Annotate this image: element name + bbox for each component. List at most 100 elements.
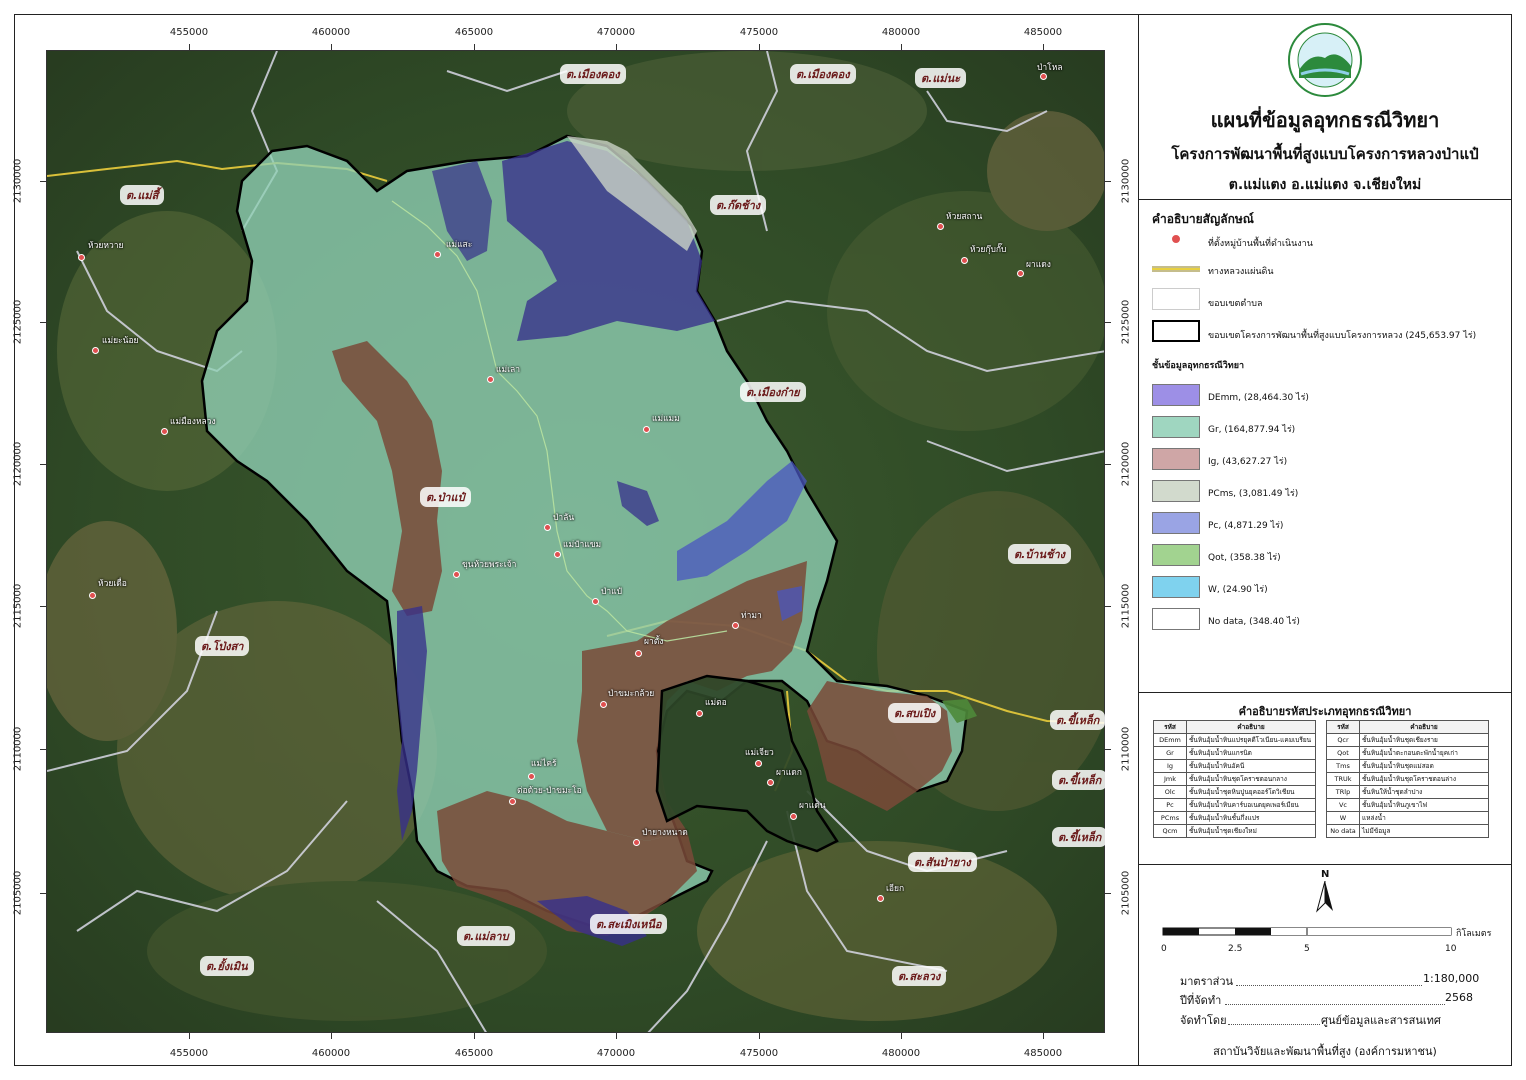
scale-tick-label: 2.5: [1228, 944, 1243, 954]
subdistrict-label: ต.แม่ลาบ: [457, 926, 515, 946]
tick-mark: [189, 1033, 190, 1039]
code-cell: TRUk: [1326, 772, 1360, 786]
tick-mark: [1043, 1033, 1044, 1039]
desc-cell: ไม่มีข้อมูล: [1359, 824, 1489, 838]
village-marker-icon[interactable]: [161, 428, 168, 435]
village-label: ผาแดก: [776, 768, 802, 778]
village-marker-icon[interactable]: [755, 760, 762, 767]
hydro-swatch: [1152, 480, 1200, 502]
village-label: แม่ตอ: [705, 698, 727, 708]
x-coordinate-label: 475000: [739, 1048, 779, 1059]
village-label: ท่ามา: [741, 611, 762, 621]
village-marker-icon[interactable]: [1040, 73, 1047, 80]
subdistrict-boundary-swatch: [1152, 288, 1200, 310]
village-marker-icon[interactable]: [790, 813, 797, 820]
code-row: Qcr ชั้นหินอุ้มน้ำหินชุดเชียงราย: [1326, 733, 1489, 747]
info-label: จัดทำโดย: [1180, 1014, 1227, 1027]
code-cell: No data: [1326, 824, 1360, 838]
code-cell: Olc: [1153, 785, 1187, 799]
divider: [1138, 864, 1512, 865]
code-cell: Qcm: [1153, 824, 1187, 838]
code-cell: Gr: [1153, 746, 1187, 760]
village-marker-icon[interactable]: [696, 710, 703, 717]
desc-col-header: คำอธิบาย: [1186, 720, 1316, 734]
subdistrict-label: ต.ขี้เหล็ก: [1052, 827, 1108, 847]
hydro-legend-label: Qot, (358.38 ไร่): [1208, 553, 1281, 563]
village-marker-icon[interactable]: [528, 773, 535, 780]
code-row: Qot ชั้นหินอุ้มน้ำตะกอนตะพักน้ำยุคเก่า: [1326, 746, 1489, 760]
desc-cell: ชั้นหินอุ้มน้ำหินชุดโคราชตอนกลาง: [1186, 772, 1316, 786]
village-label: ขุนห้วยพระเจ้า: [462, 560, 517, 570]
highway-symbol-icon: [1152, 266, 1200, 272]
village-marker-icon[interactable]: [767, 779, 774, 786]
legend-item-label: ที่ตั้งหมู่บ้านพื้นที่ดำเนินงาน: [1208, 239, 1313, 249]
tick-mark: [331, 44, 332, 50]
village-label: เอียก: [886, 884, 905, 894]
village-label: แม่เลา: [496, 365, 520, 375]
village-marker-icon[interactable]: [509, 798, 516, 805]
hydro-legend-label: PCms, (3,081.49 ไร่): [1208, 489, 1299, 499]
tick-mark: [474, 44, 475, 50]
x-coordinate-label: 460000: [311, 27, 351, 38]
village-marker-icon[interactable]: [89, 592, 96, 599]
village-marker-icon[interactable]: [434, 251, 441, 258]
tick-mark: [1105, 893, 1111, 894]
village-marker-icon[interactable]: [937, 223, 944, 230]
village-marker-icon[interactable]: [600, 701, 607, 708]
subdistrict-label: ต.เมืองก๋าย: [740, 382, 806, 402]
legend-item-label: ทางหลวงแผ่นดิน: [1208, 267, 1274, 277]
tick-mark: [759, 1033, 760, 1039]
tick-mark: [1105, 749, 1111, 750]
tick-mark: [40, 322, 46, 323]
footer-organization: สถาบันวิจัยและพัฒนาพื้นที่สูง (องค์การมห…: [1213, 1045, 1437, 1058]
code-cell: Qcr: [1326, 733, 1360, 747]
village-marker-icon[interactable]: [732, 622, 739, 629]
village-marker-icon[interactable]: [961, 257, 968, 264]
hydro-legend-label: Pc, (4,871.29 ไร่): [1208, 521, 1284, 531]
x-coordinate-label: 465000: [454, 27, 494, 38]
village-marker-icon[interactable]: [633, 839, 640, 846]
code-cell: Tms: [1326, 759, 1360, 773]
subdistrict-label: ต.เมืองคอง: [560, 64, 626, 84]
scale-bar: [1162, 927, 1452, 936]
desc-col-header: คำอธิบาย: [1359, 720, 1489, 734]
tick-mark: [1105, 322, 1111, 323]
scale-tick-label: 0: [1161, 944, 1167, 954]
project-boundary-swatch: [1152, 320, 1200, 342]
village-marker-icon[interactable]: [554, 551, 561, 558]
subdistrict-label: ต.เมืองคอง: [790, 64, 856, 84]
village-label: ป่าลัน: [553, 513, 575, 523]
village-marker-icon[interactable]: [487, 376, 494, 383]
subdistrict-label: ต.ยั้งเมิน: [200, 956, 254, 976]
village-marker-icon[interactable]: [877, 895, 884, 902]
code-cell: W: [1326, 811, 1360, 825]
tick-mark: [1105, 464, 1111, 465]
x-coordinate-label: 480000: [881, 27, 921, 38]
legend-item-label: ขอบเขตตำบล: [1208, 299, 1263, 309]
code-cell: PCms: [1153, 811, 1187, 825]
village-marker-icon[interactable]: [592, 598, 599, 605]
village-label: ห้วยกุ๊บกั๊บ: [970, 245, 1007, 255]
subdistrict-label: ต.ขี้เหล็ก: [1052, 770, 1108, 790]
village-marker-icon[interactable]: [1017, 270, 1024, 277]
subdistrict-label: ต.ป่าแป๋: [420, 487, 471, 507]
village-marker-icon[interactable]: [92, 347, 99, 354]
village-marker-icon[interactable]: [643, 426, 650, 433]
tick-mark: [40, 606, 46, 607]
tick-mark: [474, 1033, 475, 1039]
village-marker-icon[interactable]: [453, 571, 460, 578]
y-coordinate-label: 2120000: [1120, 441, 1132, 487]
tick-mark: [901, 1033, 902, 1039]
y-coordinate-label: 2125000: [1120, 299, 1132, 345]
code-row: Gr ชั้นหินอุ้มน้ำหินแกรนิต: [1153, 746, 1316, 760]
village-marker-icon[interactable]: [544, 524, 551, 531]
village-label: ป่าโหล: [1037, 63, 1063, 73]
village-label: แม่มืองหลวง: [170, 417, 216, 427]
x-coordinate-label: 465000: [454, 1048, 494, 1059]
village-marker-icon[interactable]: [78, 254, 85, 261]
x-coordinate-label: 470000: [596, 27, 636, 38]
desc-cell: ชั้นหินอุ้มน้ำหินชุดโคราชตอนล่าง: [1359, 772, 1489, 786]
village-marker-icon[interactable]: [635, 650, 642, 657]
desc-cell: ชั้นหินอุ้มน้ำหินภูเขาไฟ: [1359, 798, 1489, 812]
code-row: Vc ชั้นหินอุ้มน้ำหินภูเขาไฟ: [1326, 798, 1489, 812]
